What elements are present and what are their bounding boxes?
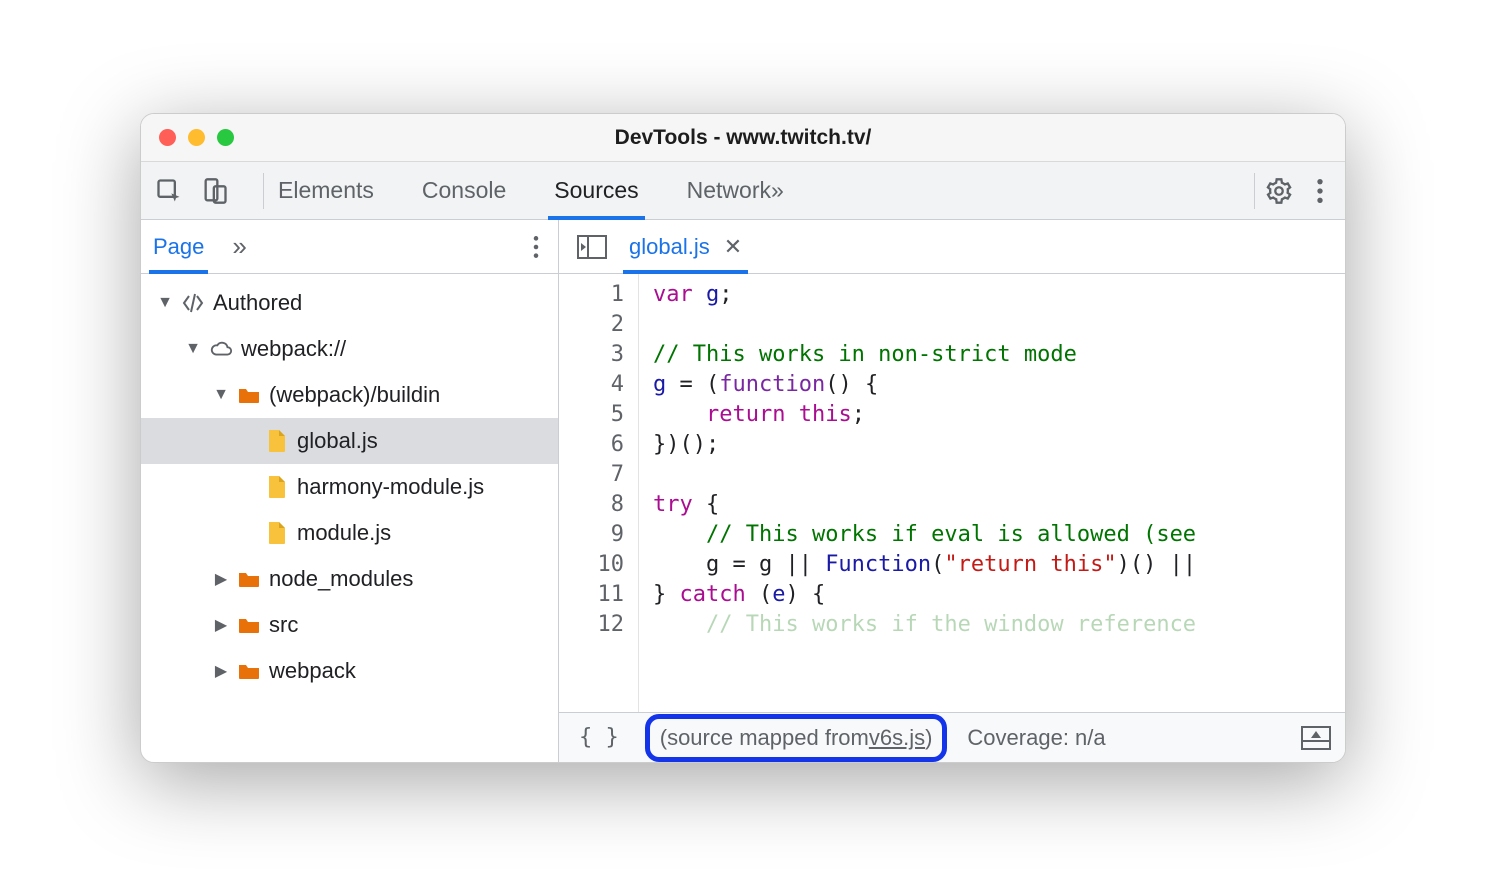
tab-console[interactable]: Console (422, 162, 506, 219)
tree-item-label: webpack:// (241, 336, 346, 362)
devtools-window: DevTools - www.twitch.tv/ Elements Consol… (140, 113, 1346, 763)
gear-icon[interactable] (1265, 177, 1293, 205)
cloud-icon (209, 337, 233, 361)
file-icon (265, 475, 289, 499)
file-tree-folder[interactable]: ▼ Authored (141, 280, 558, 326)
chevron-down-icon: ▼ (213, 386, 229, 404)
file-tree-folder[interactable]: ▶ node_modules (141, 556, 558, 602)
inspect-icon[interactable] (155, 177, 183, 205)
file-tree-folder[interactable]: ▼ webpack:// (141, 326, 558, 372)
editor-file-tab-label: global.js (629, 234, 710, 260)
line-gutter: 123456789101112 (559, 274, 639, 712)
window-controls (141, 129, 234, 146)
source-map-link[interactable]: v6s.js (869, 725, 925, 751)
maximize-window-button[interactable] (217, 129, 234, 146)
file-tree-folder[interactable]: ▶ webpack (141, 648, 558, 694)
chevron-right-icon: ▶ (213, 661, 229, 681)
source-map-prefix: (source mapped from (660, 725, 869, 751)
folder-icon (237, 567, 261, 591)
folder-icon (237, 613, 261, 637)
tab-sources[interactable]: Sources (554, 162, 638, 219)
source-map-suffix: ) (925, 725, 932, 751)
chevron-down-icon: ▼ (157, 294, 173, 312)
close-tab-icon[interactable]: ✕ (724, 234, 742, 260)
file-icon (265, 429, 289, 453)
tree-item-label: harmony-module.js (297, 474, 484, 500)
close-window-button[interactable] (159, 129, 176, 146)
file-tree-file[interactable]: harmony-module.js (141, 464, 558, 510)
main-toolbar: Elements Console Sources Network » (141, 162, 1345, 220)
chevron-right-icon: ▶ (213, 615, 229, 635)
window-title: DevTools - www.twitch.tv/ (141, 126, 1345, 150)
editor-file-tab[interactable]: global.js ✕ (629, 220, 742, 273)
editor-status-bar: { } (source mapped from v6s.js) Coverage… (559, 712, 1345, 762)
code-editor[interactable]: 123456789101112 var g; // This works in … (559, 274, 1345, 712)
pretty-print-button[interactable]: { } (573, 725, 625, 750)
file-tree-folder[interactable]: ▼ (webpack)/buildin (141, 372, 558, 418)
navigator-kebab-icon[interactable] (532, 234, 540, 260)
code-content[interactable]: var g; // This works in non-strict modeg… (639, 274, 1345, 712)
tree-item-label: src (269, 612, 298, 638)
tree-item-label: Authored (213, 290, 302, 316)
chevron-right-icon: ▶ (213, 569, 229, 589)
kebab-menu-icon[interactable] (1315, 177, 1325, 205)
toggle-navigator-icon[interactable] (577, 234, 607, 260)
tab-network[interactable]: Network (687, 162, 771, 219)
tree-item-label: webpack (269, 658, 356, 684)
navigator-sidebar: Page » ▼ Authored ▼ webpack:// ▼ (webpack)/bu… (141, 220, 559, 762)
file-tree-file[interactable]: module.js (141, 510, 558, 556)
coverage-status: Coverage: n/a (967, 725, 1105, 751)
editor-pane: global.js ✕ 123456789101112 var g; // Th… (559, 220, 1345, 762)
folder-icon (237, 383, 261, 407)
file-icon (265, 521, 289, 545)
file-tree[interactable]: ▼ Authored ▼ webpack:// ▼ (webpack)/buildin gl… (141, 274, 558, 762)
tree-item-label: (webpack)/buildin (269, 382, 440, 408)
more-navigator-tabs[interactable]: » (232, 231, 246, 262)
tree-item-label: global.js (297, 428, 378, 454)
titlebar: DevTools - www.twitch.tv/ (141, 114, 1345, 162)
tree-item-label: module.js (297, 520, 391, 546)
page-tab[interactable]: Page (153, 220, 204, 273)
authored-icon (181, 291, 205, 315)
file-tree-folder[interactable]: ▶ src (141, 602, 558, 648)
folder-icon (237, 659, 261, 683)
tree-item-label: node_modules (269, 566, 413, 592)
minimize-window-button[interactable] (188, 129, 205, 146)
chevron-down-icon: ▼ (185, 340, 201, 358)
toggle-drawer-icon[interactable] (1301, 725, 1331, 751)
tab-elements[interactable]: Elements (278, 162, 374, 219)
file-tree-file[interactable]: global.js (141, 418, 558, 464)
more-tabs-button[interactable]: » (771, 162, 784, 219)
source-map-indicator[interactable]: (source mapped from v6s.js) (645, 714, 948, 762)
device-toggle-icon[interactable] (201, 177, 229, 205)
